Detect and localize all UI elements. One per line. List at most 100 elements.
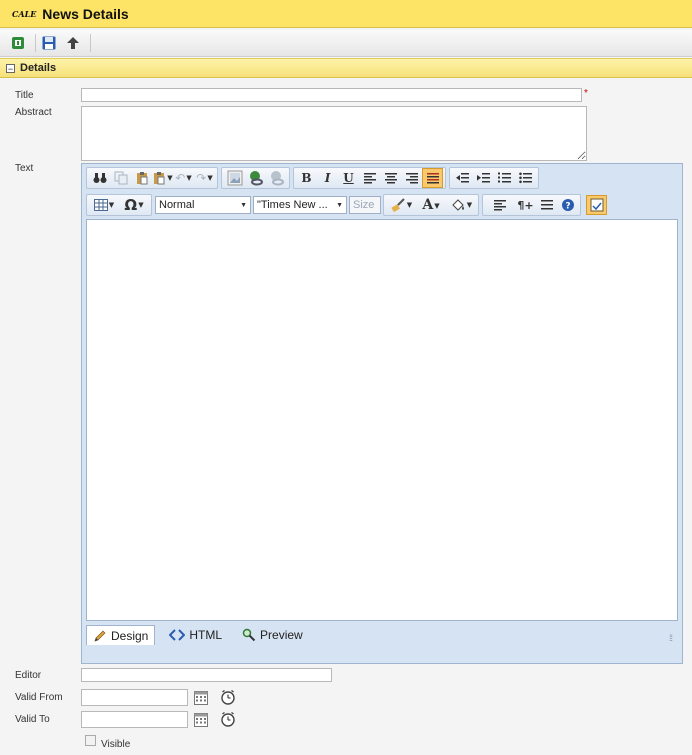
valid-from-date-button[interactable] bbox=[193, 690, 209, 706]
image-manager-button[interactable] bbox=[224, 168, 245, 188]
underline-button[interactable]: U bbox=[338, 168, 359, 188]
title-label: Title bbox=[15, 90, 34, 101]
copy-button[interactable] bbox=[110, 168, 131, 188]
background-color-button[interactable]: ▼ bbox=[446, 195, 476, 215]
align-left-button[interactable] bbox=[359, 168, 380, 188]
font-color-button[interactable]: A ▼ bbox=[416, 195, 446, 215]
align-icon bbox=[494, 200, 506, 211]
help-button[interactable]: ? bbox=[557, 195, 578, 215]
chevron-down-icon: ▼ bbox=[336, 201, 343, 209]
chevron-down-icon: ▼ bbox=[167, 174, 173, 182]
editor-input[interactable] bbox=[81, 668, 332, 682]
details-section-header[interactable]: − Details bbox=[0, 58, 692, 78]
toggle-fullscreen-button[interactable] bbox=[586, 195, 607, 215]
indent-icon bbox=[476, 173, 490, 183]
magnifier-icon bbox=[242, 628, 256, 642]
calendar-icon bbox=[194, 713, 208, 727]
valid-to-date-button[interactable] bbox=[193, 712, 209, 728]
clipboard-group: ▼ ↶ ▼ ↷ ▼ bbox=[86, 167, 218, 189]
abstract-textarea[interactable] bbox=[81, 106, 587, 161]
preview-mode-tab[interactable]: Preview bbox=[236, 625, 309, 645]
table-symbol-group: ▼ Ω ▼ bbox=[86, 194, 152, 216]
font-name-value: "Times New ... bbox=[257, 199, 328, 211]
font-size-select[interactable]: Size bbox=[349, 196, 381, 214]
text-label: Text bbox=[15, 163, 34, 174]
visible-checkbox[interactable] bbox=[85, 735, 96, 746]
back-button[interactable] bbox=[63, 33, 83, 53]
resize-grip-icon[interactable]: ⁞⁞ bbox=[669, 633, 673, 643]
align-button[interactable] bbox=[485, 195, 515, 215]
align-right-button[interactable] bbox=[401, 168, 422, 188]
font-color-icon: A bbox=[422, 197, 434, 213]
insert-symbol-button[interactable]: Ω ▼ bbox=[119, 195, 149, 215]
valid-to-time-button[interactable] bbox=[220, 711, 236, 727]
justify-button[interactable] bbox=[422, 168, 443, 188]
toolbar-separator bbox=[90, 34, 91, 52]
paragraph-group: ¶+ ? bbox=[482, 194, 581, 216]
bullet-list-button[interactable] bbox=[515, 168, 536, 188]
bullet-list-icon bbox=[518, 172, 532, 184]
paste-special-icon bbox=[154, 172, 165, 185]
indent-button[interactable] bbox=[473, 168, 494, 188]
preview-mode-label: Preview bbox=[260, 628, 303, 642]
editor-content-area[interactable] bbox=[86, 219, 678, 621]
valid-from-input[interactable] bbox=[81, 689, 188, 706]
bold-button[interactable]: B bbox=[296, 168, 317, 188]
svg-text:?: ? bbox=[565, 202, 570, 212]
design-mode-label: Design bbox=[111, 628, 149, 643]
paragraph-style-select[interactable]: Normal ▼ bbox=[155, 196, 251, 214]
formatting-group: B I U bbox=[293, 167, 446, 189]
redo-button[interactable]: ↷ ▼ bbox=[194, 168, 215, 188]
font-name-select[interactable]: "Times New ... ▼ bbox=[253, 196, 347, 214]
new-button[interactable] bbox=[8, 33, 28, 53]
align-right-icon bbox=[405, 173, 418, 184]
paragraph-style-value: Normal bbox=[159, 199, 195, 211]
align-center-button[interactable] bbox=[380, 168, 401, 188]
copy-icon bbox=[114, 171, 127, 185]
editor-toolbar-row-2: ▼ Ω ▼ Normal ▼ "Times New ... ▼ Size ▼ A ▼ ▼… bbox=[86, 193, 607, 217]
editor-toolbar-row-1: ▼ ↶ ▼ ↷ ▼ B I U bbox=[86, 166, 542, 190]
chevron-down-icon: ▼ bbox=[138, 201, 144, 209]
insert-table-button[interactable]: ▼ bbox=[89, 195, 119, 215]
paintbrush-icon bbox=[391, 198, 405, 213]
clipboard-icon bbox=[136, 172, 147, 185]
html-mode-tab[interactable]: HTML bbox=[163, 625, 228, 645]
app-logo: CALE bbox=[12, 8, 37, 19]
toolbar-separator bbox=[35, 34, 36, 52]
new-record-icon bbox=[12, 37, 24, 49]
up-arrow-icon bbox=[67, 37, 79, 49]
html-mode-label: HTML bbox=[189, 628, 223, 642]
numbered-list-button[interactable] bbox=[494, 168, 515, 188]
clock-icon bbox=[221, 711, 235, 727]
design-mode-tab[interactable]: Design bbox=[86, 625, 156, 645]
paste-button[interactable] bbox=[131, 168, 152, 188]
valid-to-label: Valid To bbox=[15, 714, 50, 725]
title-input[interactable] bbox=[81, 88, 582, 102]
numbered-list-icon bbox=[497, 172, 511, 183]
collapse-icon[interactable]: − bbox=[6, 63, 15, 73]
unlink-button[interactable] bbox=[266, 168, 287, 188]
chevron-down-icon: ▼ bbox=[434, 200, 440, 210]
pencil-icon bbox=[94, 630, 106, 641]
editor-mode-bar: Design HTML Preview ⁞⁞ bbox=[86, 623, 678, 647]
italic-button[interactable]: I bbox=[317, 168, 338, 188]
unlink-icon bbox=[270, 171, 284, 186]
undo-button[interactable]: ↶ ▼ bbox=[173, 168, 194, 188]
clock-icon bbox=[221, 689, 235, 705]
outdent-button[interactable] bbox=[452, 168, 473, 188]
save-button[interactable] bbox=[39, 33, 59, 53]
find-button[interactable] bbox=[89, 168, 110, 188]
color-group: ▼ A ▼ ▼ bbox=[383, 194, 479, 216]
hyperlink-button[interactable] bbox=[245, 168, 266, 188]
paste-options-button[interactable]: ▼ bbox=[152, 168, 173, 188]
format-stripper-button[interactable]: ▼ bbox=[386, 195, 416, 215]
line-spacing-button[interactable] bbox=[536, 195, 557, 215]
lines-icon bbox=[540, 200, 553, 210]
chevron-down-icon: ▼ bbox=[108, 201, 115, 209]
valid-from-time-button[interactable] bbox=[220, 689, 236, 705]
valid-to-input[interactable] bbox=[81, 711, 188, 728]
window-title-bar: CALE News Details bbox=[0, 0, 692, 28]
list-group bbox=[449, 167, 539, 189]
paragraph-button[interactable]: ¶+ bbox=[515, 195, 536, 215]
required-mark: * bbox=[584, 88, 588, 99]
